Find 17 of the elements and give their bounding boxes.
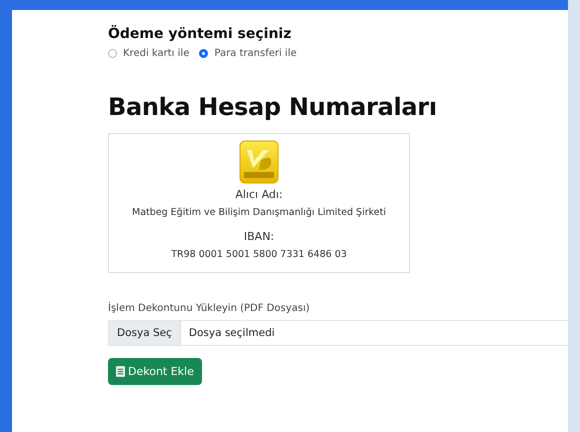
field-label: İşlem Dekontunu Yükleyin (PDF Dosyası): [108, 303, 311, 314]
recipient-label: Alıcı Adı:: [235, 188, 283, 201]
radio-label[interactable]: Kredi kartı ile: [123, 48, 190, 59]
add-receipt-button[interactable]: Dekont Ekle: [108, 358, 202, 385]
choose-file-button[interactable]: Dosya Seç: [109, 321, 181, 345]
recipient-name: Matbeg Eğitim ve Bilişim Danışmanlığı Limited Şirketi: [132, 207, 386, 218]
radio-button[interactable]: [199, 49, 208, 58]
radio-button[interactable]: [108, 49, 117, 58]
file-status: Dosya seçilmedi: [188, 326, 276, 341]
section-heading: Ödeme yöntemi seçiniz: [108, 26, 292, 42]
radio-label[interactable]: Para transferi ile: [214, 48, 297, 59]
page-title: Banka Hesap Numaraları: [108, 93, 438, 121]
iban-label: IBAN:: [244, 230, 274, 243]
iban-number: TR98 0001 5001 5800 7331 6486 03: [171, 249, 347, 260]
bank-logo-icon: [239, 140, 279, 184]
file-input[interactable]: Dosya Seç Dosya seçilmedi: [108, 320, 568, 346]
document-icon: [116, 366, 125, 377]
